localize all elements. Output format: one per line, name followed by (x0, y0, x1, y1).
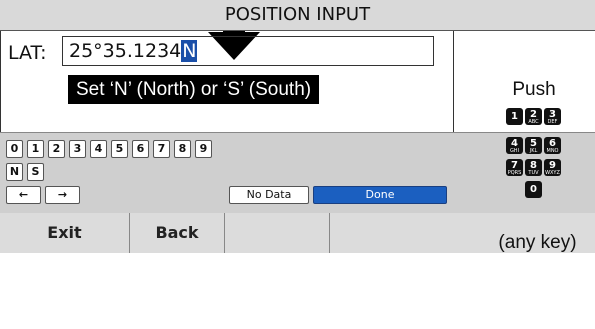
back-softkey[interactable]: Back (130, 213, 225, 253)
key-4[interactable]: 4 (90, 140, 107, 158)
position-input-panel: POSITION INPUT LAT: 25°35.1234N Set ‘N’ … (0, 0, 595, 253)
input-cursor: N (181, 40, 198, 62)
panel-title: POSITION INPUT (0, 0, 595, 31)
keypad-key-0-icon: 0 (525, 181, 542, 198)
keypad-key-1-icon: 1 (506, 108, 523, 125)
softkey-4[interactable] (330, 213, 454, 253)
hint-banner: Set ‘N’ (North) or ‘S’ (South) (68, 75, 320, 104)
no-data-button[interactable]: No Data (229, 186, 309, 204)
softkey-3[interactable] (225, 213, 330, 253)
lat-input-field[interactable]: 25°35.1234N (62, 36, 434, 66)
key-8[interactable]: 8 (174, 140, 191, 158)
keypad-key-3-icon: 3 DEF (544, 108, 561, 125)
lat-label: LAT: (8, 42, 47, 64)
key-2[interactable]: 2 (48, 140, 65, 158)
key-9[interactable]: 9 (195, 140, 212, 158)
keypad-key-7-icon: 7 PQRS (506, 159, 523, 176)
push-label: Push (512, 79, 556, 100)
key-3[interactable]: 3 (69, 140, 86, 158)
key-0[interactable]: 0 (6, 140, 23, 158)
left-arrow-button[interactable]: ← (6, 186, 41, 204)
keypad-key-8-icon: 8 TUV (525, 159, 542, 176)
keypad-key-4-icon: 4 GHI (506, 137, 523, 154)
exit-softkey[interactable]: Exit (0, 213, 130, 253)
key-1[interactable]: 1 (27, 140, 44, 158)
keypad-key-5-icon: 5 JKL (525, 137, 542, 154)
key-n[interactable]: N (6, 163, 23, 181)
keypad-key-9-icon: 9 WXYZ (544, 159, 561, 176)
key-7[interactable]: 7 (153, 140, 170, 158)
key-6[interactable]: 6 (132, 140, 149, 158)
key-s[interactable]: S (27, 163, 44, 181)
done-button[interactable]: Done (313, 186, 447, 204)
key-5[interactable]: 5 (111, 140, 128, 158)
right-arrow-button[interactable]: → (45, 186, 80, 204)
keypad-key-6-icon: 6 MNO (544, 137, 561, 154)
on-screen-keypad: 0 1 2 3 4 5 6 7 8 9 N S ← → No Data Done (0, 132, 595, 214)
any-key-label: (any key) (498, 232, 577, 253)
lat-value: 25°35.1234 (69, 40, 182, 62)
keypad-key-2-icon: 2 ABC (525, 108, 542, 125)
softkey-bar: Exit Back (0, 213, 595, 253)
